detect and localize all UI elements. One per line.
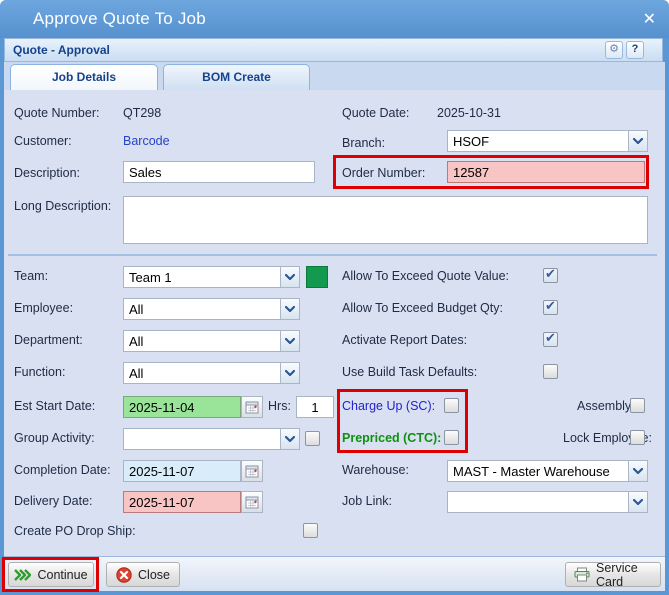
close-button-label: Close: [138, 568, 170, 582]
charge-up-sc-checkbox[interactable]: [444, 398, 459, 413]
delivery-date-input[interactable]: [123, 491, 241, 513]
lock-employee-checkbox[interactable]: [630, 430, 645, 445]
close-button[interactable]: Close: [106, 562, 180, 587]
chevron-down-icon[interactable]: [280, 363, 299, 383]
employee-select[interactable]: All: [123, 298, 300, 320]
function-select[interactable]: All: [123, 362, 300, 384]
job-link-select[interactable]: [447, 491, 648, 513]
chevron-down-icon[interactable]: [280, 429, 299, 449]
approve-quote-to-job-dialog: Approve Quote To Job ✕ Quote - Approval …: [0, 0, 669, 595]
est-start-date-input[interactable]: [123, 396, 241, 418]
activate-report-dates-label: Activate Report Dates:: [342, 333, 467, 347]
section-divider: [8, 254, 657, 256]
job-link-label: Job Link:: [342, 494, 392, 508]
description-input[interactable]: [123, 161, 315, 183]
group-activity-select[interactable]: [123, 428, 300, 450]
tab-job-details[interactable]: Job Details: [10, 64, 158, 90]
completion-date-label: Completion Date:: [14, 463, 111, 477]
function-label: Function:: [14, 365, 65, 379]
chevron-down-icon[interactable]: [628, 131, 647, 151]
chevron-down-icon[interactable]: [280, 267, 299, 287]
team-select[interactable]: Team 1: [123, 266, 300, 288]
long-description-label: Long Description:: [14, 199, 111, 213]
use-build-task-defaults-checkbox[interactable]: [543, 364, 558, 379]
panel-title: Quote - Approval: [13, 43, 110, 57]
quote-number-label: Quote Number:: [14, 106, 99, 120]
chevron-down-icon[interactable]: [280, 299, 299, 319]
close-icon[interactable]: ✕: [643, 9, 656, 29]
prepriced-ctc-checkbox[interactable]: [444, 430, 459, 445]
create-po-drop-ship-checkbox[interactable]: [303, 523, 318, 538]
prepriced-ctc-label: Prepriced (CTC):: [342, 431, 441, 445]
group-activity-checkbox[interactable]: [305, 431, 320, 446]
completion-date-input[interactable]: [123, 460, 241, 482]
team-color-indicator: [306, 266, 328, 288]
department-label: Department:: [14, 333, 83, 347]
continue-button[interactable]: Continue: [8, 562, 94, 587]
delivery-date-calendar-icon[interactable]: [241, 491, 263, 513]
dialog-title: Approve Quote To Job: [33, 9, 206, 29]
est-start-date-label: Est Start Date:: [14, 399, 95, 413]
gear-icon[interactable]: ⚙: [605, 41, 623, 59]
allow-exceed-budget-qty-label: Allow To Exceed Budget Qty:: [342, 301, 503, 315]
branch-label: Branch:: [342, 136, 385, 150]
assembly-label: Assembly:: [577, 399, 635, 413]
continue-button-label: Continue: [37, 568, 87, 582]
completion-date-calendar-icon[interactable]: [241, 460, 263, 482]
allow-exceed-quote-value-checkbox[interactable]: [543, 268, 558, 283]
description-label: Description:: [14, 166, 80, 180]
group-activity-label: Group Activity:: [14, 431, 95, 445]
service-card-button-label: Service Card: [596, 561, 652, 589]
warehouse-label: Warehouse:: [342, 463, 409, 477]
long-description-textarea[interactable]: [123, 196, 648, 244]
red-x-circle-icon: [116, 567, 132, 583]
hrs-input[interactable]: [296, 396, 334, 418]
form-body: [4, 90, 665, 556]
team-label: Team:: [14, 269, 48, 283]
assembly-checkbox[interactable]: [630, 398, 645, 413]
warehouse-select[interactable]: MAST - Master Warehouse: [447, 460, 648, 482]
chevron-down-icon[interactable]: [280, 331, 299, 351]
chevron-down-icon[interactable]: [628, 461, 647, 481]
delivery-date-label: Delivery Date:: [14, 494, 93, 508]
branch-select[interactable]: HSOF: [447, 130, 648, 152]
employee-label: Employee:: [14, 301, 73, 315]
create-po-drop-ship-label: Create PO Drop Ship:: [14, 524, 136, 538]
printer-icon: [574, 567, 590, 582]
allow-exceed-quote-value-label: Allow To Exceed Quote Value:: [342, 269, 509, 283]
customer-link[interactable]: Barcode: [123, 134, 170, 148]
order-number-label: Order Number:: [342, 166, 425, 180]
order-number-input[interactable]: [447, 161, 645, 183]
chevron-down-icon[interactable]: [628, 492, 647, 512]
department-select[interactable]: All: [123, 330, 300, 352]
use-build-task-defaults-label: Use Build Task Defaults:: [342, 365, 477, 379]
quote-date-label: Quote Date:: [342, 106, 409, 120]
service-card-button[interactable]: Service Card: [565, 562, 661, 587]
quote-date-value: 2025-10-31: [437, 106, 501, 120]
customer-label: Customer:: [14, 134, 72, 148]
charge-up-sc-label: Charge Up (SC):: [342, 399, 435, 413]
hrs-label: Hrs:: [268, 399, 291, 413]
allow-exceed-budget-qty-checkbox[interactable]: [543, 300, 558, 315]
quote-number-value: QT298: [123, 106, 161, 120]
activate-report-dates-checkbox[interactable]: [543, 332, 558, 347]
triple-chevron-icon: [14, 569, 31, 581]
help-icon[interactable]: ?: [626, 41, 644, 59]
est-start-date-calendar-icon[interactable]: [241, 396, 263, 418]
tab-bom-create[interactable]: BOM Create: [163, 64, 310, 90]
